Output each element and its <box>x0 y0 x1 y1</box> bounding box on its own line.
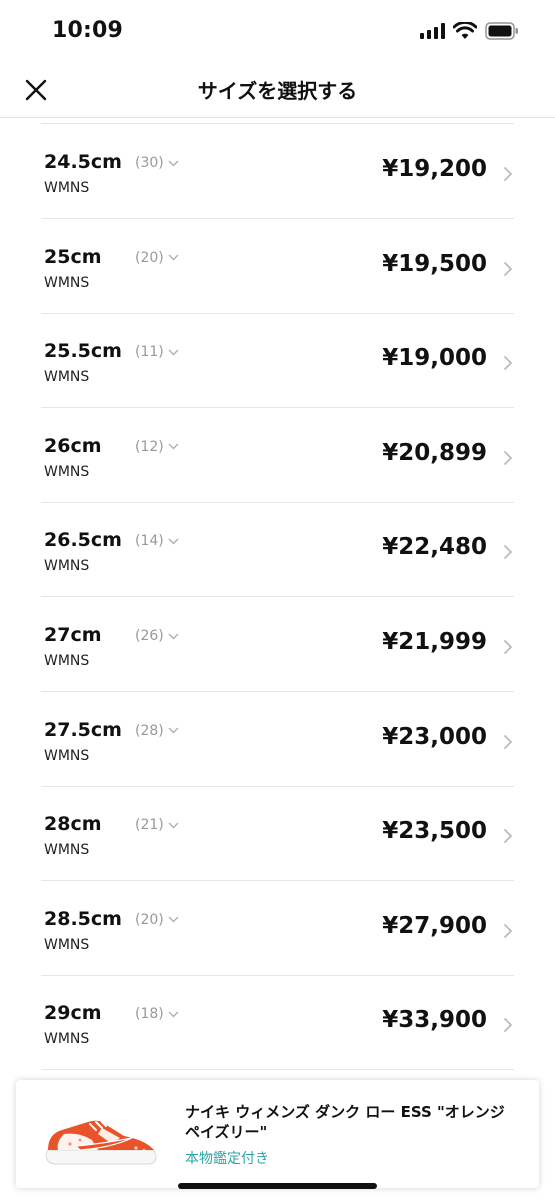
chevron-right-icon <box>504 734 512 749</box>
price: ¥22,480 <box>382 534 487 561</box>
size-label: 27cm <box>44 624 102 646</box>
size-label: 29cm <box>44 1002 102 1025</box>
listing-count: (20) <box>135 249 164 266</box>
listing-count: (18) <box>135 1006 164 1023</box>
size-category: WMNS <box>44 180 90 196</box>
listing-count-toggle[interactable]: (12) <box>135 439 179 455</box>
listing-count-toggle[interactable]: (18) <box>135 1006 179 1022</box>
size-label: 24.5cm <box>44 151 122 173</box>
price: ¥21,999 <box>382 629 487 655</box>
size-category: WMNS <box>44 842 90 859</box>
size-category: WMNS <box>44 1031 90 1048</box>
price: ¥19,500 <box>382 250 487 277</box>
listing-count-toggle[interactable]: (26) <box>135 628 179 644</box>
price: ¥23,500 <box>382 818 487 845</box>
chevron-down-icon <box>168 633 179 639</box>
wifi-icon <box>453 22 477 39</box>
chevron-right-icon <box>504 640 512 654</box>
status-time: 10:09 <box>52 18 124 43</box>
price: ¥33,900 <box>382 1007 487 1034</box>
listing-count: (21) <box>135 817 164 834</box>
cellular-signal-icon <box>420 23 445 39</box>
status-bar: 10:09 <box>0 0 555 62</box>
chevron-right-icon <box>504 356 512 371</box>
size-row[interactable]: 26cm WMNS (12) ¥20,899 <box>41 408 514 503</box>
size-row[interactable]: 27cm WMNS (26) ¥21,999 <box>41 597 514 692</box>
size-category: WMNS <box>44 369 90 386</box>
size-category: WMNS <box>44 558 90 575</box>
size-category: WMNS <box>44 936 90 953</box>
listing-count-toggle[interactable]: (11) <box>135 344 179 360</box>
size-label: 28cm <box>44 813 102 836</box>
listing-count-toggle[interactable]: (20) <box>135 912 179 928</box>
chevron-down-icon <box>168 349 179 356</box>
listing-count-toggle[interactable]: (21) <box>135 817 179 833</box>
size-label: 28.5cm <box>44 907 122 930</box>
price: ¥23,000 <box>382 723 487 750</box>
status-icons <box>420 20 519 42</box>
size-category: WMNS <box>44 463 90 480</box>
size-row[interactable]: 29cm WMNS (18) ¥33,900 <box>41 975 514 1071</box>
listing-count: (12) <box>135 438 164 455</box>
size-row[interactable]: 25cm WMNS (20) ¥19,500 <box>41 219 514 314</box>
size-label: 25.5cm <box>44 340 122 363</box>
chevron-right-icon <box>504 167 512 181</box>
size-list[interactable]: 24.5cm WMNS (30) ¥19,200 25cm WMNS (20) ¥19,500… <box>0 118 555 1078</box>
listing-count: (30) <box>135 155 164 171</box>
size-label: 26cm <box>44 434 102 457</box>
price: ¥27,900 <box>382 912 487 939</box>
size-row[interactable]: 28cm WMNS (21) ¥23,500 <box>41 786 514 882</box>
chevron-right-icon <box>504 1018 512 1033</box>
listing-count: (14) <box>135 533 164 550</box>
listing-count-toggle[interactable]: (28) <box>135 723 179 739</box>
battery-icon <box>485 22 518 40</box>
chevron-right-icon <box>504 545 512 560</box>
size-label: 26.5cm <box>44 529 122 552</box>
chevron-down-icon <box>168 443 179 450</box>
size-row[interactable]: 25.5cm WMNS (11) ¥19,000 <box>41 313 514 409</box>
authenticity-badge: 本物鑑定付き <box>185 1151 269 1167</box>
home-indicator[interactable] <box>178 1183 377 1189</box>
size-row[interactable]: 27.5cm WMNS (28) ¥23,000 <box>41 692 514 787</box>
chevron-down-icon <box>168 160 179 166</box>
size-label: 27.5cm <box>44 718 122 741</box>
size-category: WMNS <box>44 747 90 764</box>
chevron-down-icon <box>168 1011 179 1018</box>
listing-count-toggle[interactable]: (20) <box>135 250 179 266</box>
price: ¥19,200 <box>382 156 487 182</box>
chevron-down-icon <box>168 254 179 261</box>
chevron-down-icon <box>168 916 179 923</box>
chevron-right-icon <box>504 829 512 844</box>
chevron-right-icon <box>504 261 512 276</box>
size-category: WMNS <box>44 653 90 669</box>
listing-count: (26) <box>135 628 164 644</box>
chevron-down-icon <box>168 727 179 734</box>
product-card[interactable]: ナイキ ウィメンズ ダンク ロー ESS "オレンジ ペイズリー" 本物鑑定付き <box>16 1080 539 1188</box>
chevron-down-icon <box>168 538 179 545</box>
size-label: 25cm <box>44 245 102 268</box>
size-category: WMNS <box>44 274 90 291</box>
product-name: ナイキ ウィメンズ ダンク ロー ESS "オレンジ ペイズリー" <box>185 1103 505 1141</box>
listing-count-toggle[interactable]: (14) <box>135 533 179 549</box>
price: ¥20,899 <box>382 439 487 466</box>
listing-count: (28) <box>135 722 164 739</box>
chevron-right-icon <box>504 450 512 465</box>
listing-count: (20) <box>135 911 164 928</box>
size-row[interactable]: 24.5cm WMNS (30) ¥19,200 <box>41 124 514 219</box>
page-title: サイズを選択する <box>197 79 358 103</box>
size-row[interactable]: 28.5cm WMNS (20) ¥27,900 <box>41 881 514 976</box>
header: サイズを選択する <box>0 62 555 118</box>
price: ¥19,000 <box>382 345 487 372</box>
chevron-down-icon <box>168 822 179 829</box>
sneaker-image <box>45 1120 157 1165</box>
chevron-right-icon <box>504 923 512 938</box>
size-row[interactable]: 26.5cm WMNS (14) ¥22,480 <box>41 502 514 598</box>
listing-count: (11) <box>135 344 164 361</box>
listing-count-toggle[interactable]: (30) <box>135 155 179 171</box>
